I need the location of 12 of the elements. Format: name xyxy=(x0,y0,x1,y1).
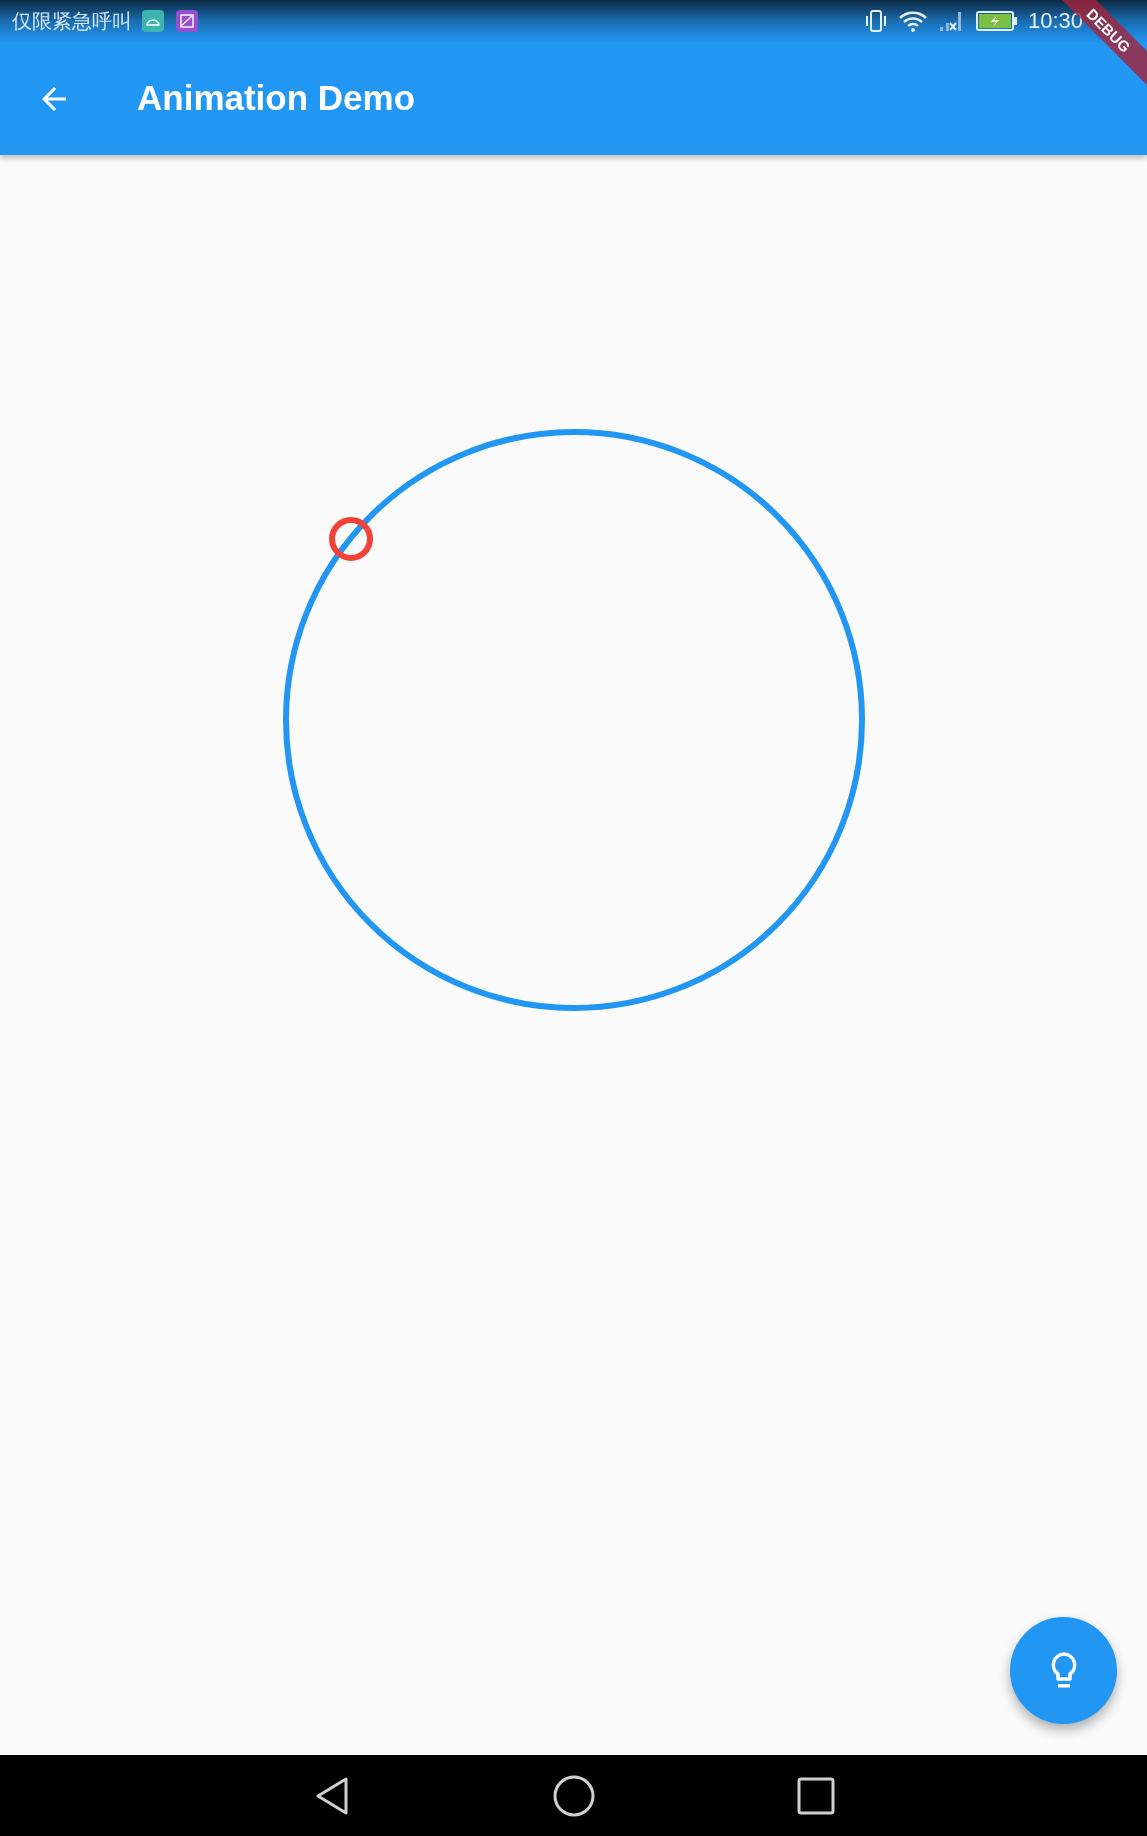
signal-icon xyxy=(937,9,964,33)
wifi-icon xyxy=(897,9,928,33)
recents-nav-icon[interactable] xyxy=(795,1775,836,1816)
lightbulb-fab[interactable] xyxy=(1010,1617,1117,1724)
clock-time: 10:30 xyxy=(1027,10,1083,32)
android-app-icon xyxy=(142,10,164,32)
carrier-text: 仅限紧急呼叫 xyxy=(12,11,132,31)
battery-charging-icon xyxy=(975,10,1018,32)
gallery-app-icon xyxy=(176,10,198,32)
vibrate-icon xyxy=(863,9,888,33)
home-nav-icon[interactable] xyxy=(551,1773,596,1818)
app-bar-title: Animation Demo xyxy=(137,77,416,120)
